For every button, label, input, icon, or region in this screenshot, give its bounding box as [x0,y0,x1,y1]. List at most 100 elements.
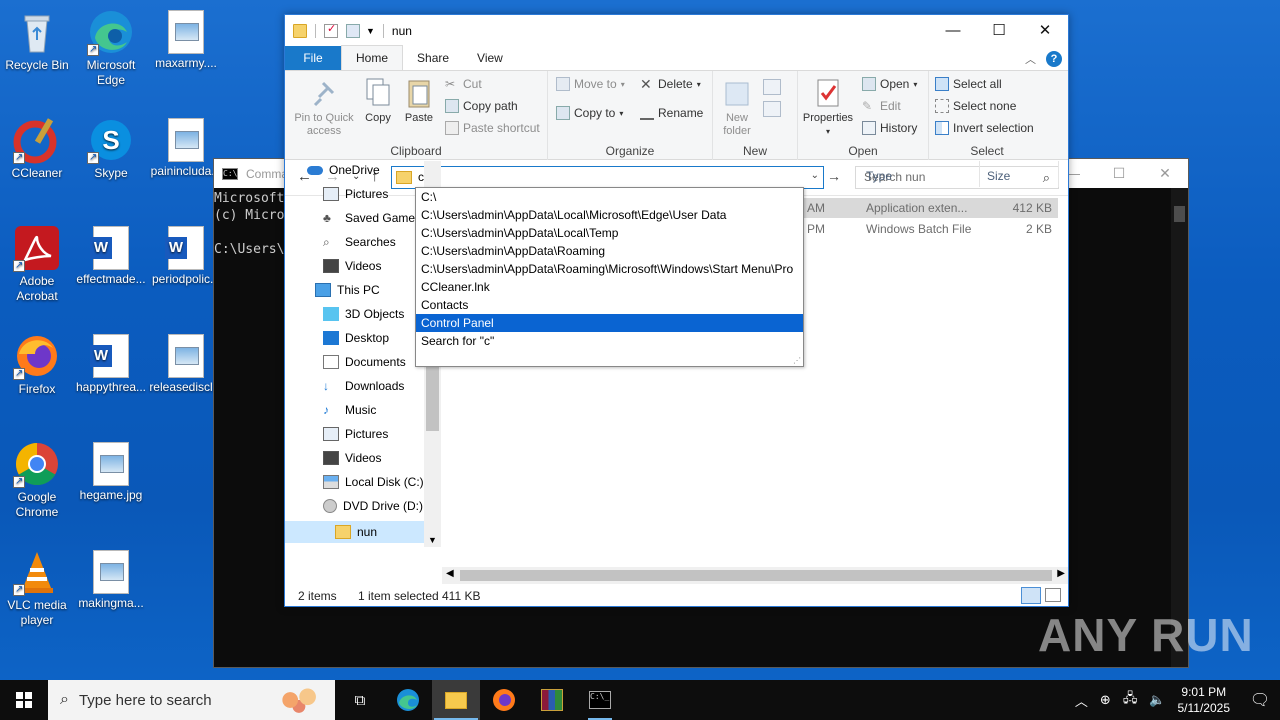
taskbar-firefox[interactable] [480,680,528,720]
taskbar-cmd[interactable]: C:\_ [576,680,624,720]
properties-button[interactable]: Properties ▾ [800,75,856,138]
details-view-icon[interactable] [1021,587,1041,604]
desktop-icon-hegame[interactable]: hegame.jpg [74,440,148,503]
maximize-icon[interactable]: ☐ [976,15,1022,46]
taskbar-search[interactable]: ⌕ Type here to search [48,680,335,720]
list-item[interactable]: Search for "c" [416,332,803,350]
copy-to-button[interactable]: Copy to ▾ [556,106,623,120]
scroll-down-icon[interactable]: ▼ [428,535,437,545]
scroll-right-icon[interactable]: ▶ [1057,568,1065,579]
desktop-icon-recycle-bin[interactable]: Recycle Bin [0,8,74,73]
address-autocomplete-list[interactable]: C:\ C:\Users\admin\AppData\Local\Microso… [415,187,804,367]
volume-icon[interactable]: 🔈 [1149,692,1165,708]
tab-view[interactable]: View [463,46,517,70]
select-all-button[interactable]: Select all [935,77,1002,91]
desktop-icon-edge[interactable]: Microsoft Edge [74,8,148,88]
taskbar-winrar[interactable] [528,680,576,720]
collapse-ribbon-icon[interactable]: ︿ [1025,51,1036,67]
nav-item-videos-pc[interactable]: Videos [323,451,381,465]
close-icon[interactable]: ✕ [1022,15,1068,46]
desktop-icon-ccleaner[interactable]: CCleaner [0,116,74,181]
desktop-icon-periodpolic[interactable]: W periodpolic... [149,224,223,287]
copy-path-button[interactable]: Copy path [445,99,518,113]
desktop-icon-painincluda[interactable]: painincluda... [149,116,223,179]
network-icon[interactable]: 🖧 [1123,689,1138,711]
nav-item-local-disk[interactable]: Local Disk (C:) [323,475,424,489]
edit-button[interactable]: ✎ Edit [862,99,901,113]
nav-item-nun[interactable]: nun [285,521,424,543]
list-item[interactable]: C:\Users\admin\AppData\Roaming [416,242,803,260]
list-item[interactable]: C:\Users\admin\AppData\Roaming\Microsoft… [416,260,803,278]
nav-item-pictures[interactable]: Pictures [323,187,388,201]
taskbar-edge[interactable] [384,680,432,720]
tab-home[interactable]: Home [341,45,404,70]
desktop-icon-releasediscl[interactable]: releasediscl... [149,332,223,395]
history-button[interactable]: History [862,121,917,135]
nav-item-searches[interactable]: ⌕ Searches [323,235,396,249]
explorer-titlebar[interactable]: ▼ nun — ☐ ✕ [285,15,1068,46]
list-item-selected[interactable]: Control Panel [416,314,803,332]
desktop-icon-effectmade[interactable]: W effectmade... [74,224,148,287]
nav-item-pictures-pc[interactable]: Pictures [323,427,388,441]
column-header-size[interactable]: Size [987,169,1010,183]
nav-item-this-pc[interactable]: This PC [315,283,380,297]
cut-button[interactable]: ✂ Cut [445,77,482,91]
list-item[interactable]: C:\ [416,188,803,206]
desktop-icon-chrome[interactable]: Google Chrome [0,440,74,520]
rename-button[interactable]: Rename [640,106,703,120]
pin-to-quick-access-button[interactable]: Pin to Quick access [289,75,359,138]
desktop-icon-acrobat[interactable]: Adobe Acrobat [0,224,74,304]
invert-selection-button[interactable]: Invert selection [935,121,1034,135]
taskbar-file-explorer[interactable] [432,680,480,720]
minimize-icon[interactable]: — [930,15,976,46]
move-to-button[interactable]: Move to ▾ [556,77,625,91]
new-item-icon[interactable] [763,79,781,95]
desktop-icon-happythrea[interactable]: W happythrea... [74,332,148,395]
large-icons-view-icon[interactable] [1045,588,1061,602]
maximize-icon[interactable]: ☐ [1096,159,1142,188]
list-item[interactable]: CCleaner.lnk [416,278,803,296]
properties-quick-icon[interactable] [324,22,338,38]
nav-item-documents[interactable]: Documents [323,355,406,369]
paste-button[interactable]: Paste [401,75,437,125]
easy-access-icon[interactable] [763,101,781,117]
resize-grip-icon[interactable]: ⋰ [793,356,801,365]
nav-item-videos[interactable]: Videos [323,259,381,273]
new-folder-button[interactable]: New folder [717,75,757,138]
task-view-button[interactable]: ⧉ [336,680,384,720]
nav-item-dvd-drive[interactable]: DVD Drive (D:) [323,499,423,513]
meet-now-icon[interactable]: ⊕ [1100,692,1111,708]
open-button[interactable]: Open ▾ [862,77,917,91]
nav-item-downloads[interactable]: ↓ Downloads [323,379,404,393]
close-icon[interactable]: ✕ [1142,159,1188,188]
nav-item-saved-games[interactable]: ♣ Saved Games [323,211,421,225]
nav-item-music[interactable]: ♪ Music [323,403,376,417]
cmd-scrollbar[interactable] [1171,188,1188,667]
delete-button[interactable]: ✕ Delete ▾ [640,77,701,91]
column-header-type[interactable]: Type [866,169,892,183]
copy-button[interactable]: Copy [361,75,395,125]
clock[interactable]: 9:01 PM 5/11/2025 [1178,684,1231,716]
select-none-button[interactable]: Select none [935,99,1016,113]
nav-item-desktop[interactable]: Desktop [323,331,389,345]
desktop-icon-firefox[interactable]: Firefox [0,332,74,397]
paste-shortcut-button[interactable]: Paste shortcut [445,121,540,135]
start-button[interactable] [0,680,48,720]
quick-access-dropdown-icon[interactable]: ▼ [366,26,375,36]
new-folder-quick-icon[interactable] [346,23,360,38]
desktop-icon-skype[interactable]: S Skype [74,116,148,181]
list-item[interactable]: Contacts [416,296,803,314]
tab-share[interactable]: Share [403,46,463,70]
help-icon[interactable]: ? [1046,51,1062,67]
desktop-icon-maxarmy[interactable]: maxarmy.... [149,8,223,71]
nav-item-onedrive[interactable]: OneDrive [307,163,380,177]
list-item[interactable]: C:\Users\admin\AppData\Local\Microsoft\E… [416,206,803,224]
list-item[interactable]: C:\Users\admin\AppData\Local\Temp [416,224,803,242]
chevron-up-icon[interactable]: ︿ [1075,691,1088,710]
scroll-left-icon[interactable]: ◀ [446,568,454,579]
nav-item-3d-objects[interactable]: 3D Objects [323,307,404,321]
desktop-icon-vlc[interactable]: VLC media player [0,548,74,628]
horizontal-scrollbar[interactable]: ◀ ▶ [442,567,1068,584]
desktop-icon-makingma[interactable]: makingma... [74,548,148,611]
notifications-icon[interactable]: 🗨 [1240,680,1280,720]
